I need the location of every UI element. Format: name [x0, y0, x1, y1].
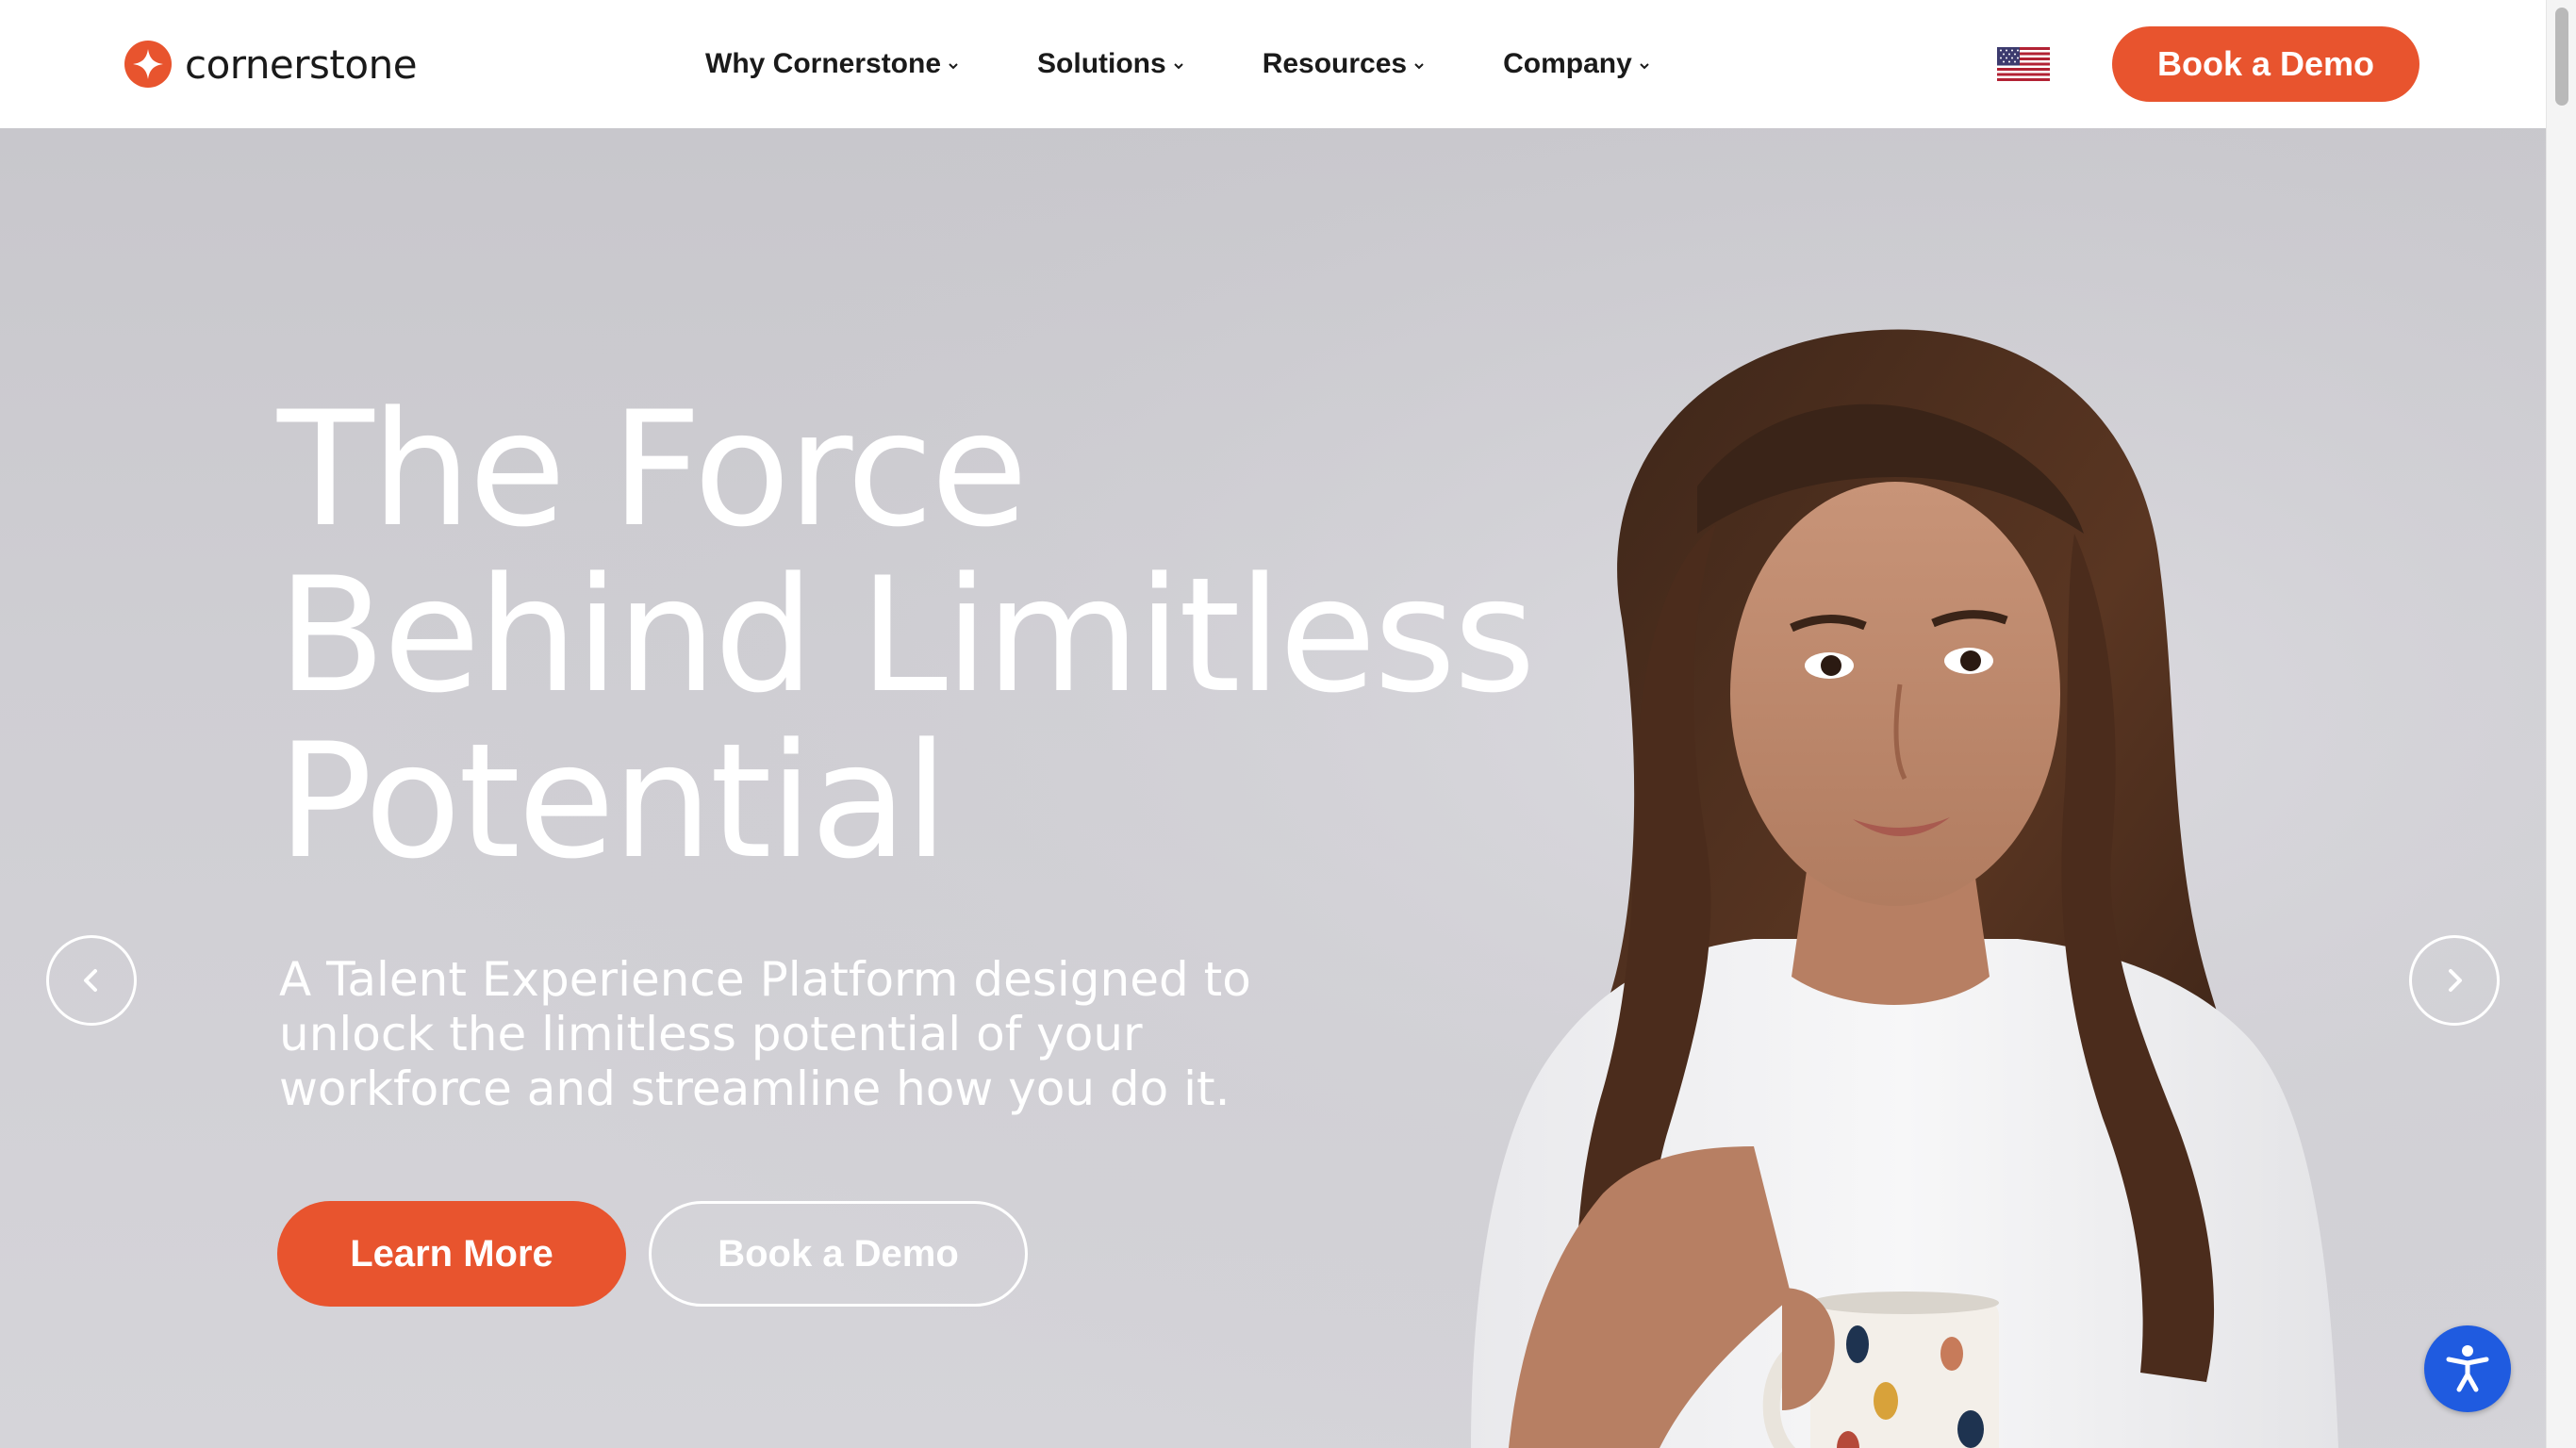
learn-more-button[interactable]: Learn More — [277, 1201, 626, 1307]
chevron-down-icon — [949, 63, 958, 70]
accessibility-icon — [2446, 1345, 2489, 1392]
scrollbar-thumb[interactable] — [2555, 8, 2568, 106]
chevron-down-icon — [1640, 63, 1649, 70]
hero-subtitle-line: workforce and streamline how you do it. — [279, 1061, 1230, 1116]
nav-item-label: Why Cornerstone — [705, 48, 942, 79]
hero-subtitle-line: A Talent Experience Platform designed to — [279, 952, 1251, 1007]
nav-item-label: Company — [1503, 48, 1632, 79]
main-nav: Why Cornerstone Solutions Resources Comp… — [705, 38, 1651, 90]
hero-subtitle-line: unlock the limitless potential of your — [279, 1007, 1143, 1061]
page: cornerstone Why Cornerstone Solutions Re… — [0, 0, 2576, 1448]
hero-title-line: Behind Limitless — [277, 543, 1536, 728]
us-flag-icon[interactable] — [1997, 47, 2050, 81]
nav-item-label: Resources — [1262, 48, 1408, 79]
nav-resources[interactable]: Resources — [1263, 48, 1426, 80]
hero-carousel: The Force Behind Limitless Potential A T… — [0, 128, 2546, 1448]
nav-solutions[interactable]: Solutions — [1037, 48, 1185, 80]
logo-wordmark: cornerstone — [185, 41, 418, 88]
hero-title-line: Potential — [277, 709, 949, 894]
chevron-down-icon — [1173, 63, 1183, 70]
carousel-next-button[interactable] — [2409, 935, 2500, 1026]
chevron-left-icon — [84, 969, 97, 992]
nav-company[interactable]: Company — [1503, 48, 1651, 80]
hero-title-line: The Force — [277, 377, 1028, 562]
cornerstone-logo[interactable]: cornerstone — [124, 38, 418, 90]
cornerstone-logo-mark-icon — [124, 41, 172, 88]
accessibility-button[interactable] — [2424, 1325, 2511, 1412]
book-demo-nav-button[interactable]: Book a Demo — [2112, 26, 2419, 102]
chevron-right-icon — [2449, 969, 2462, 992]
hero-title: The Force Behind Limitless Potential — [277, 387, 1692, 884]
book-demo-hero-button[interactable]: Book a Demo — [649, 1201, 1028, 1307]
page-scrollbar[interactable] — [2546, 0, 2576, 1448]
chevron-down-icon — [1414, 63, 1424, 70]
hero-subtitle: A Talent Experience Platform designed to… — [279, 952, 1335, 1116]
carousel-prev-button[interactable] — [46, 935, 137, 1026]
top-navbar: cornerstone Why Cornerstone Solutions Re… — [0, 0, 2546, 128]
nav-why-cornerstone[interactable]: Why Cornerstone — [705, 48, 960, 80]
nav-item-label: Solutions — [1037, 48, 1166, 79]
